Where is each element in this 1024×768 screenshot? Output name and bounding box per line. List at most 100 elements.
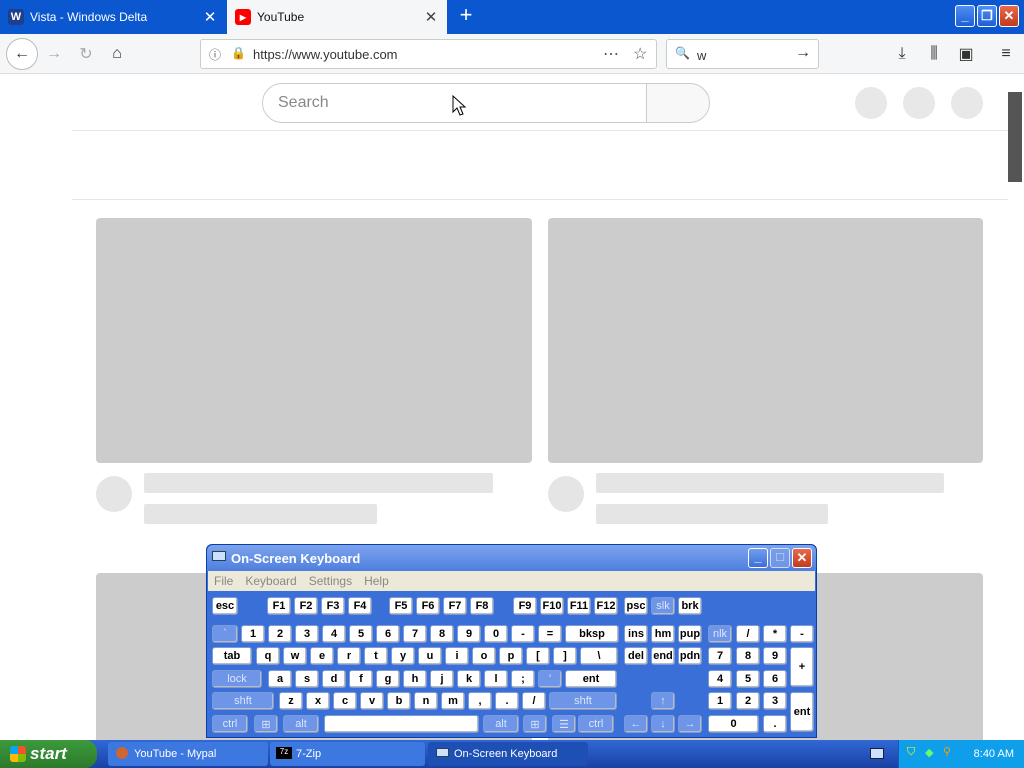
- key-8-key[interactable]: 8: [430, 625, 454, 643]
- youtube-search-button[interactable]: [646, 83, 710, 123]
- key-f-key[interactable]: f: [349, 670, 373, 688]
- key-F5-key[interactable]: F5: [389, 597, 413, 615]
- osk-minimize-button[interactable]: _: [748, 548, 768, 568]
- scrollbar-thumb[interactable]: [1008, 92, 1022, 182]
- key--key[interactable]: \: [580, 647, 618, 665]
- key-r-key[interactable]: r: [337, 647, 361, 665]
- osk-menu-help[interactable]: Help: [364, 574, 389, 588]
- arrow-right-key[interactable]: →: [678, 715, 702, 733]
- key-2-key[interactable]: 2: [268, 625, 292, 643]
- key-ctrl-key[interactable]: ctrl: [212, 715, 248, 733]
- key-del-key[interactable]: del: [624, 647, 648, 665]
- windows-key[interactable]: ⊞: [523, 715, 547, 733]
- key-alt-key[interactable]: alt: [483, 715, 519, 733]
- key-x-key[interactable]: x: [306, 692, 330, 710]
- key--key[interactable]: *: [763, 625, 787, 643]
- key-c-key[interactable]: c: [333, 692, 357, 710]
- info-icon[interactable]: ⓘ: [209, 46, 221, 63]
- key-F1-key[interactable]: F1: [267, 597, 291, 615]
- back-button[interactable]: ←: [6, 38, 38, 70]
- key-F9-key[interactable]: F9: [513, 597, 537, 615]
- task-youtube-mypal[interactable]: YouTube - Mypal: [108, 742, 268, 766]
- key-s-key[interactable]: s: [295, 670, 319, 688]
- key--key[interactable]: `: [212, 625, 238, 643]
- menu-key[interactable]: ☰: [552, 715, 576, 733]
- key-o-key[interactable]: o: [472, 647, 496, 665]
- key-z-key[interactable]: z: [279, 692, 303, 710]
- osk-title-bar[interactable]: On-Screen Keyboard _ □ ✕: [207, 545, 816, 571]
- key-pdn-key[interactable]: pdn: [678, 647, 702, 665]
- key-7-key[interactable]: 7: [403, 625, 427, 643]
- key--key[interactable]: +: [790, 647, 814, 687]
- key-F4-key[interactable]: F4: [348, 597, 372, 615]
- sidebar-icon[interactable]: ▣: [952, 40, 980, 68]
- arrow-down-key[interactable]: ↓: [651, 715, 675, 733]
- key--key[interactable]: =: [538, 625, 562, 643]
- minimize-button[interactable]: _: [955, 5, 975, 27]
- keyboard-tray-icon[interactable]: [870, 748, 884, 759]
- key-l-key[interactable]: l: [484, 670, 508, 688]
- key-psc-key[interactable]: psc: [624, 597, 648, 615]
- key-6-key[interactable]: 6: [376, 625, 400, 643]
- video-thumbnail-placeholder[interactable]: [96, 218, 532, 463]
- key--key[interactable]: [: [526, 647, 550, 665]
- go-arrow-icon[interactable]: →: [795, 44, 811, 62]
- key--key[interactable]: ;: [511, 670, 535, 688]
- key-t-key[interactable]: t: [364, 647, 388, 665]
- close-tab-icon[interactable]: ✕: [202, 8, 218, 26]
- key-ctrl-key[interactable]: ctrl: [578, 715, 614, 733]
- arrow-up-key[interactable]: ↑: [651, 692, 675, 710]
- search-input[interactable]: w: [697, 48, 706, 63]
- home-button[interactable]: ⌂: [103, 40, 131, 68]
- key-k-key[interactable]: k: [457, 670, 481, 688]
- key-u-key[interactable]: u: [418, 647, 442, 665]
- key-F10-key[interactable]: F10: [540, 597, 564, 615]
- key-i-key[interactable]: i: [445, 647, 469, 665]
- key-g-key[interactable]: g: [376, 670, 400, 688]
- key-F8-key[interactable]: F8: [470, 597, 494, 615]
- key-5-key[interactable]: 5: [736, 670, 760, 688]
- key-9-key[interactable]: 9: [763, 647, 787, 665]
- forward-button[interactable]: →: [40, 40, 68, 68]
- key--key[interactable]: /: [736, 625, 760, 643]
- tab-youtube[interactable]: ▶ YouTube ✕: [227, 0, 447, 34]
- start-button[interactable]: start: [0, 740, 97, 768]
- reload-button[interactable]: ↻: [72, 40, 100, 68]
- key-alt-key[interactable]: alt: [283, 715, 319, 733]
- clock[interactable]: 8:40 AM: [974, 748, 1014, 760]
- key-3-key[interactable]: 3: [295, 625, 319, 643]
- key-hm-key[interactable]: hm: [651, 625, 675, 643]
- osk-menu-settings[interactable]: Settings: [309, 574, 352, 588]
- key-6-key[interactable]: 6: [763, 670, 787, 688]
- video-thumbnail-placeholder[interactable]: [548, 218, 983, 463]
- key-shft-key[interactable]: shft: [212, 692, 274, 710]
- close-tab-icon[interactable]: ✕: [423, 8, 439, 26]
- key-v-key[interactable]: v: [360, 692, 384, 710]
- key-ent-key[interactable]: ent: [790, 692, 814, 732]
- more-icon[interactable]: ⋯: [603, 44, 619, 64]
- search-engine-icon[interactable]: 🔍: [675, 46, 690, 60]
- downloads-icon[interactable]: ⤓: [888, 40, 916, 68]
- key-h-key[interactable]: h: [403, 670, 427, 688]
- key-5-key[interactable]: 5: [349, 625, 373, 643]
- key-ent-key[interactable]: ent: [565, 670, 617, 688]
- key-slk-key[interactable]: slk: [651, 597, 675, 615]
- key--key[interactable]: ': [538, 670, 562, 688]
- key-m-key[interactable]: m: [441, 692, 465, 710]
- key-0-key[interactable]: 0: [484, 625, 508, 643]
- key-F6-key[interactable]: F6: [416, 597, 440, 615]
- key-tab-key[interactable]: tab: [212, 647, 252, 665]
- key-shft-key[interactable]: shft: [549, 692, 617, 710]
- network-icon[interactable]: ◆: [925, 746, 933, 759]
- lock-icon[interactable]: 🔒: [231, 46, 246, 60]
- bookmark-star-icon[interactable]: ☆: [633, 44, 647, 64]
- key-F7-key[interactable]: F7: [443, 597, 467, 615]
- key-e-key[interactable]: e: [310, 647, 334, 665]
- key-brk-key[interactable]: brk: [678, 597, 702, 615]
- key-j-key[interactable]: j: [430, 670, 454, 688]
- key-3-key[interactable]: 3: [763, 692, 787, 710]
- osk-menu-keyboard[interactable]: Keyboard: [245, 574, 296, 588]
- url-bar[interactable]: ⓘ 🔒 https://www.youtube.com ⋯ ☆: [200, 39, 657, 69]
- task-7zip[interactable]: 7z 7-Zip: [270, 742, 425, 766]
- key-2-key[interactable]: 2: [736, 692, 760, 710]
